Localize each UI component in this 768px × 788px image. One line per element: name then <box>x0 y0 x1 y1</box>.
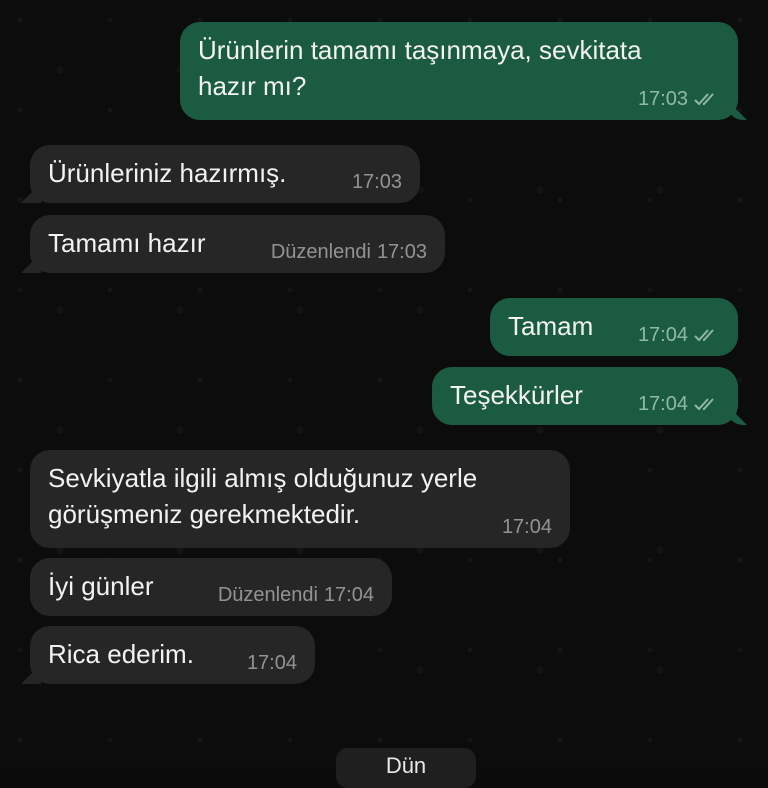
message-meta: Düzenlendi 17:04 <box>218 584 374 606</box>
message-incoming[interactable]: Tamamı hazır Düzenlendi 17:03 <box>30 215 445 273</box>
edited-label: Düzenlendi <box>217 584 318 606</box>
message-time: 17:03 <box>637 88 688 110</box>
edited-label: Düzenlendi <box>270 241 371 263</box>
message-incoming[interactable]: Sevkiyatla ilgili almış olduğunuz yerle … <box>30 450 570 548</box>
double-check-icon <box>694 397 720 411</box>
message-incoming[interactable]: Ürünleriniz hazırmış. 17:03 <box>30 145 420 203</box>
message-meta: 17:03 <box>638 88 720 110</box>
message-time: 17:04 <box>501 516 552 538</box>
message-outgoing[interactable]: Ürünlerin tamamı taşınmaya, sevkitata ha… <box>180 22 738 120</box>
message-time: 17:03 <box>351 171 402 193</box>
message-meta: 17:04 <box>638 393 720 415</box>
double-check-icon <box>694 328 720 342</box>
message-incoming[interactable]: Rica ederim. 17:04 <box>30 626 315 684</box>
message-time: 17:04 <box>246 652 297 674</box>
message-outgoing[interactable]: Tamam 17:04 <box>490 298 738 356</box>
date-separator: Dün <box>336 748 476 788</box>
message-meta: 17:04 <box>638 324 720 346</box>
message-text: Ürünleriniz hazırmış. <box>48 158 287 188</box>
message-time: 17:04 <box>637 393 688 415</box>
message-text: Sevkiyatla ilgili almış olduğunuz yerle … <box>48 463 478 529</box>
message-incoming[interactable]: İyi günler Düzenlendi 17:04 <box>30 558 392 616</box>
message-meta: 17:03 <box>352 171 402 193</box>
double-check-icon <box>694 92 720 106</box>
message-time: 17:03 <box>376 241 427 263</box>
message-time: 17:04 <box>323 584 374 606</box>
message-time: 17:04 <box>637 324 688 346</box>
message-meta: Düzenlendi 17:03 <box>271 241 427 263</box>
message-meta: 17:04 <box>502 516 552 538</box>
message-outgoing[interactable]: Teşekkürler 17:04 <box>432 367 738 425</box>
message-meta: 17:04 <box>247 652 297 674</box>
